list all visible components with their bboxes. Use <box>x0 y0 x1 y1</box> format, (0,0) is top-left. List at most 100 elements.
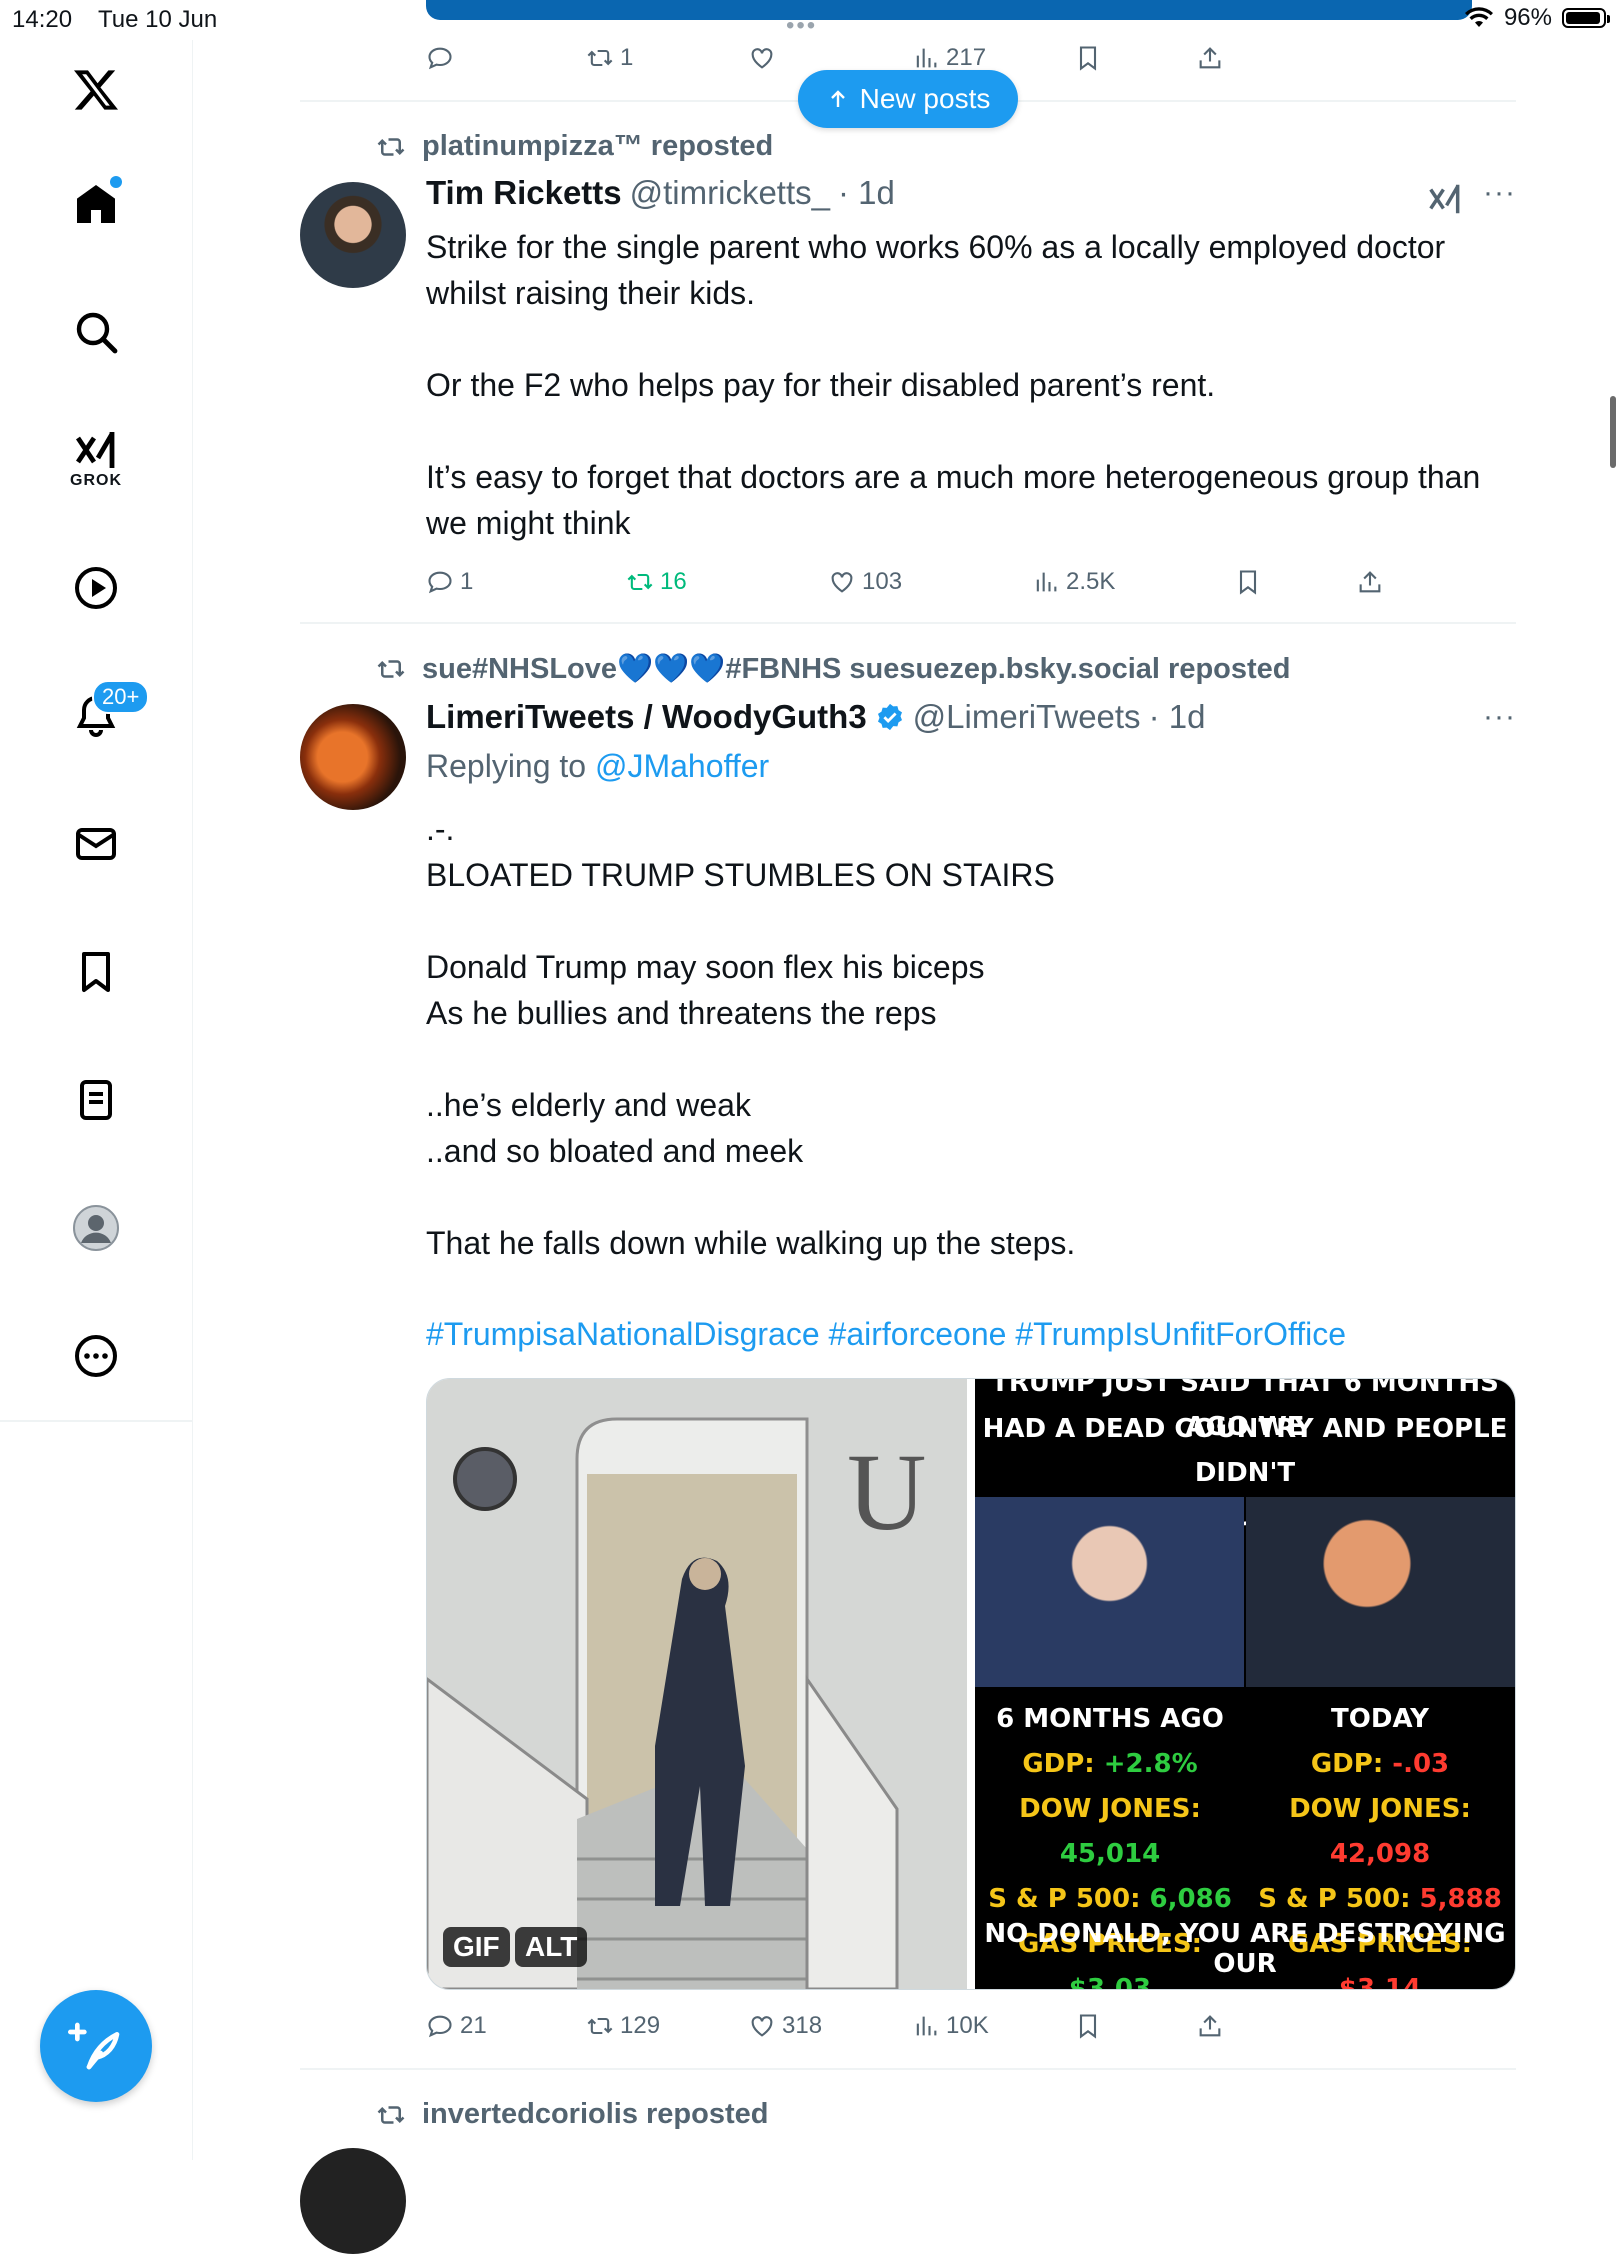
reply-button[interactable]: 21 <box>426 2006 487 2046</box>
compose-post-button[interactable] <box>40 1990 152 2102</box>
nav-more[interactable] <box>56 1316 136 1396</box>
like-button[interactable]: 318 <box>748 2006 822 2046</box>
play-circle-icon <box>75 567 117 609</box>
verified-badge-icon <box>877 703 902 731</box>
repost-button[interactable]: 129 <box>586 2006 660 2046</box>
nav-lists[interactable] <box>56 1060 136 1140</box>
bookmark-icon <box>82 952 110 992</box>
left-head: 6 MONTHS AGO <box>996 1704 1224 1734</box>
gif-tag: GIF <box>443 1927 510 1967</box>
author-name[interactable]: Tim Ricketts <box>426 174 622 212</box>
grok-icon[interactable] <box>1426 180 1464 218</box>
nav-bookmarks[interactable] <box>56 932 136 1012</box>
reposted-by-text: sue#NHSLove💙💙💙#FBNHS suesuezep.bsky.soci… <box>422 653 1291 685</box>
share-button[interactable] <box>1196 2006 1224 2046</box>
repost-count: 16 <box>660 568 687 595</box>
gdp-label: GDP: <box>1022 1749 1095 1779</box>
reply-icon <box>428 2015 452 2038</box>
alt-tag[interactable]: ALT <box>515 1927 588 1967</box>
post-body: Strike for the single parent who works 6… <box>426 229 1481 541</box>
replying-to-handle[interactable]: @JMahoffer <box>595 748 769 784</box>
battery-icon <box>1562 8 1610 28</box>
dow-right: 42,098 <box>1329 1839 1431 1869</box>
gif-airforceone-stairs[interactable]: U GIF ALT <box>427 1379 967 1989</box>
replying-to: Replying to @JMahoffer <box>426 748 769 785</box>
share-icon <box>1199 2015 1221 2037</box>
repost-attribution[interactable]: platinumpizza™ reposted <box>376 130 773 163</box>
reply-button[interactable] <box>426 38 454 78</box>
grok-icon <box>76 432 115 468</box>
svg-text:U: U <box>847 1431 926 1553</box>
avatar[interactable] <box>300 704 406 810</box>
repost-icon <box>587 49 613 67</box>
more-options-button[interactable]: ··· <box>1483 700 1516 734</box>
nav-home[interactable] <box>56 164 136 244</box>
share-button[interactable] <box>1356 562 1384 602</box>
reply-icon <box>428 47 452 70</box>
scrollbar-thumb[interactable] <box>1610 396 1616 468</box>
avatar[interactable] <box>300 182 406 288</box>
sp-label: S & P 500: <box>1258 1884 1411 1914</box>
nav-video[interactable] <box>56 548 136 628</box>
status-date: Tue 10 Jun <box>98 6 218 33</box>
dow-left: 45,014 <box>1059 1839 1161 1869</box>
reply-button[interactable]: 1 <box>426 562 473 602</box>
repost-attribution[interactable]: invertedcoriolis reposted <box>376 2098 769 2131</box>
heart-icon <box>751 48 773 69</box>
post-media[interactable]: U GIF ALT TRUMP JUST SAID THAT 6 MONTHS … <box>426 1378 1516 1990</box>
bookmark-button[interactable] <box>1074 2006 1102 2046</box>
share-button[interactable] <box>1196 38 1224 78</box>
right-head: TODAY <box>1331 1704 1429 1734</box>
heart-icon <box>751 2016 773 2037</box>
airplane-stairs-illustration: U <box>427 1379 967 1989</box>
share-icon <box>1359 571 1381 593</box>
mail-icon <box>76 828 116 860</box>
author-handle[interactable]: @timricketts_ <box>630 174 830 212</box>
repost-icon <box>377 660 405 678</box>
replying-to-label: Replying to <box>426 748 587 784</box>
bookmark-button[interactable] <box>1074 38 1102 78</box>
nav-notifications[interactable]: 20+ <box>56 676 150 756</box>
bookmark-button[interactable] <box>1234 562 1262 602</box>
nav-messages[interactable] <box>56 804 136 884</box>
like-button[interactable] <box>748 38 776 78</box>
views-count: 10K <box>946 2012 989 2039</box>
reply-icon <box>428 571 452 594</box>
x-logo-button[interactable] <box>56 50 136 130</box>
views-button[interactable]: 2.5K <box>1032 562 1115 602</box>
repost-attribution[interactable]: sue#NHSLove💙💙💙#FBNHS suesuezep.bsky.soci… <box>376 652 1291 686</box>
meme-photo-left <box>975 1497 1244 1687</box>
like-button[interactable]: 103 <box>828 562 902 602</box>
nav-grok[interactable]: GROK <box>56 418 136 498</box>
hashtags[interactable]: #TrumpisaNationalDisgrace #airforceone #… <box>426 1316 1346 1353</box>
meme-image[interactable]: TRUMP JUST SAID THAT 6 MONTHS AGO WE HAD… <box>975 1379 1515 1989</box>
author-handle[interactable]: @LimeriTweets <box>913 698 1141 736</box>
post-time[interactable]: · 1d <box>838 174 895 212</box>
meme-footer: NO DONALD, YOU ARE DESTROYING OUR <box>984 1919 1506 1979</box>
post-actions: 21 129 318 10K <box>426 2006 1516 2046</box>
repost-icon <box>377 2105 405 2124</box>
avatar[interactable] <box>300 2148 406 2254</box>
like-count: 103 <box>862 568 903 595</box>
post-body: .-. BLOATED TRUMP STUMBLES ON STAIRS Don… <box>426 811 1076 1261</box>
meme-title-line1: HAD A DEAD COUNTRY AND PEOPLE DIDN'T <box>982 1414 1508 1488</box>
meme-photo-right <box>1246 1497 1515 1687</box>
repost-button[interactable]: 1 <box>586 38 633 78</box>
views-button[interactable]: 10K <box>912 2006 989 2046</box>
repost-button[interactable]: 16 <box>626 562 687 602</box>
sp-right: 5,888 <box>1419 1884 1502 1914</box>
like-count: 318 <box>782 2012 823 2039</box>
post-divider <box>300 622 1516 624</box>
post-time[interactable]: · 1d <box>1149 698 1206 736</box>
new-posts-button[interactable]: New posts <box>798 70 1018 128</box>
post-header: Tim Ricketts @timricketts_ · 1d <box>426 174 895 212</box>
repost-count: 129 <box>620 2012 661 2039</box>
nav-explore[interactable] <box>56 292 136 372</box>
bookmark-icon <box>1079 2014 1097 2039</box>
bookmark-icon <box>1239 570 1257 595</box>
arrow-up-icon <box>830 90 845 107</box>
author-name[interactable]: LimeriTweets / WoodyGuth3 <box>426 698 867 736</box>
new-posts-label: New posts <box>859 83 991 114</box>
nav-profile[interactable] <box>56 1188 136 1268</box>
more-options-button[interactable]: ··· <box>1483 176 1516 210</box>
